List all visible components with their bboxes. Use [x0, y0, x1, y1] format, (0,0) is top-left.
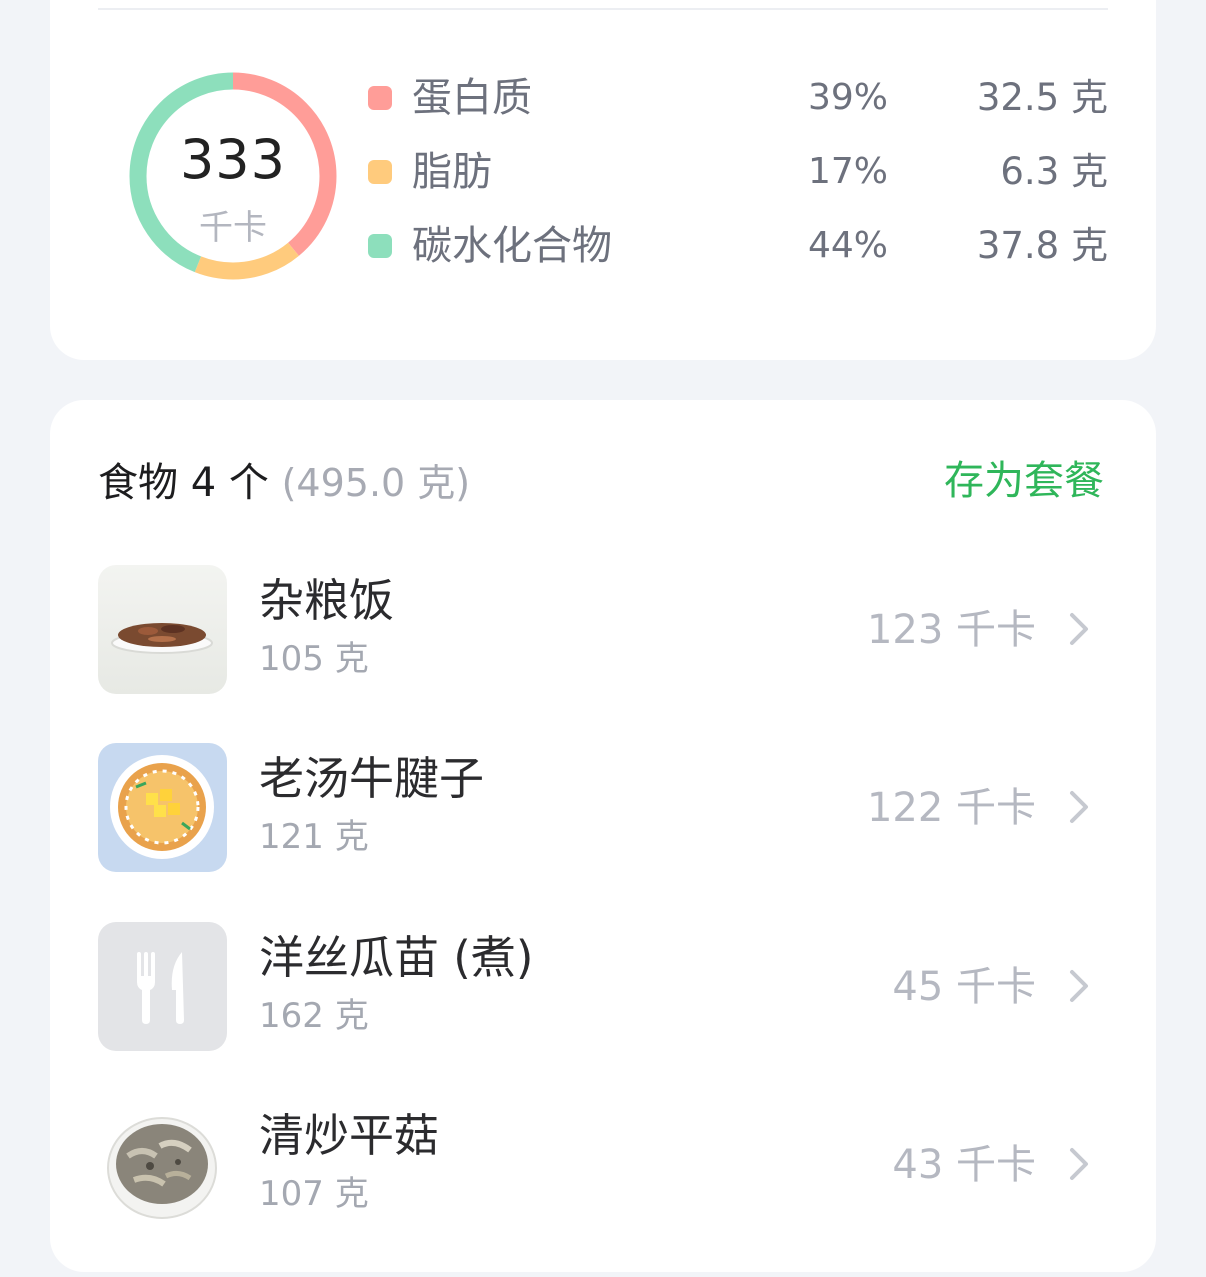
food-kcal: 122 千卡 [866, 785, 1036, 831]
macro-name: 蛋白质 [412, 75, 532, 121]
foods-total-weight: (495.0 克) [281, 461, 471, 505]
macro-name: 碳水化合物 [412, 223, 612, 269]
chevron-right-icon [1070, 970, 1088, 1002]
food-kcal: 45 千卡 [892, 964, 1036, 1010]
food-name: 洋丝瓜苗 (煮) [259, 931, 534, 984]
total-kcal-value: 333 [179, 128, 287, 191]
food-name: 老汤牛腱子 [259, 752, 485, 805]
food-name: 杂粮饭 [259, 574, 395, 627]
oyster-mushroom-photo [98, 1100, 227, 1229]
food-item-braised-beef-shank[interactable]: 老汤牛腱子 121 克 122 千卡 [98, 743, 1106, 873]
calorie-donut-chart: 333 千卡 [127, 70, 339, 282]
food-weight: 105 克 [259, 639, 369, 679]
food-weight: 162 克 [259, 996, 369, 1036]
food-kcal: 43 千卡 [892, 1142, 1036, 1188]
save-as-meal-button[interactable]: 存为套餐 [944, 456, 1104, 506]
foods-header: 食物 4 个 (495.0 克) [98, 458, 470, 508]
macro-grams: 37.8 克 [976, 224, 1108, 267]
chevron-right-icon [1070, 613, 1088, 645]
fat-color-dot [368, 160, 392, 184]
foods-card: 食物 4 个 (495.0 克) 存为套餐 杂粮饭 105 克 123 千卡 老… [50, 400, 1156, 1272]
food-item-mixed-grain-rice[interactable]: 杂粮饭 105 克 123 千卡 [98, 565, 1106, 695]
nutrition-summary-card: 333 千卡 蛋白质 39% 32.5 克 脂肪 17% 6.3 克 碳水化合物… [50, 0, 1156, 360]
braised-beef-shank-illustration [98, 743, 227, 872]
macro-row-carbs: 碳水化合物 44% 37.8 克 [368, 221, 1108, 271]
food-item-oyster-mushroom[interactable]: 清炒平菇 107 克 43 千卡 [98, 1100, 1106, 1230]
food-weight: 121 克 [259, 817, 369, 857]
food-weight: 107 克 [259, 1174, 369, 1214]
carbs-color-dot [368, 234, 392, 258]
total-kcal-unit: 千卡 [199, 208, 267, 248]
food-name: 清炒平菇 [259, 1109, 440, 1162]
macro-grams: 32.5 克 [976, 76, 1108, 119]
fork-knife-icon [98, 922, 227, 1051]
macro-row-protein: 蛋白质 39% 32.5 克 [368, 73, 1108, 123]
chevron-right-icon [1070, 1148, 1088, 1180]
macro-name: 脂肪 [412, 149, 492, 195]
divider [98, 8, 1108, 10]
protein-color-dot [368, 86, 392, 110]
macro-grams: 6.3 克 [1000, 150, 1108, 193]
mixed-grain-rice-photo [98, 565, 227, 694]
food-kcal: 123 千卡 [866, 607, 1036, 653]
chevron-right-icon [1070, 791, 1088, 823]
food-item-chayote-shoots[interactable]: 洋丝瓜苗 (煮) 162 克 45 千卡 [98, 922, 1106, 1052]
macro-row-fat: 脂肪 17% 6.3 克 [368, 147, 1108, 197]
foods-count-title: 食物 4 个 [98, 460, 269, 506]
donut-center: 333 千卡 [127, 70, 339, 282]
